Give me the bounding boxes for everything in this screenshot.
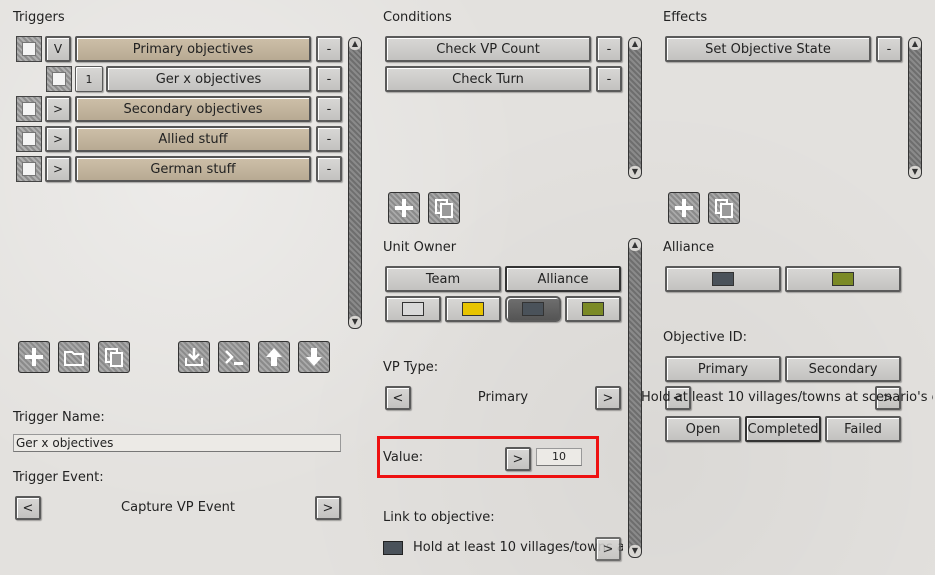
tab-primary[interactable]: Primary bbox=[665, 356, 781, 382]
trigger-item-selected[interactable]: Ger x objectives bbox=[106, 66, 311, 92]
vp-type-label: VP Type: bbox=[383, 360, 439, 375]
link-objective-label: Link to objective: bbox=[383, 510, 495, 525]
scroll-up-icon[interactable]: ▲ bbox=[629, 38, 641, 50]
scroll-down-icon[interactable]: ▼ bbox=[629, 166, 641, 178]
alliance-label: Alliance bbox=[663, 240, 715, 255]
trigger-expand-button[interactable]: > bbox=[45, 156, 71, 182]
objective-color-swatch bbox=[383, 541, 403, 555]
folder-icon[interactable] bbox=[58, 341, 90, 373]
trigger-checkbox[interactable] bbox=[16, 96, 42, 122]
trigger-event-next-button[interactable]: > bbox=[315, 496, 341, 520]
scroll-down-icon[interactable]: ▼ bbox=[629, 545, 641, 557]
state-open-button[interactable]: Open bbox=[665, 416, 741, 442]
scroll-down-icon[interactable]: ▼ bbox=[909, 166, 921, 178]
condition-item-selected[interactable]: Check VP Count bbox=[385, 36, 591, 62]
scroll-up-icon[interactable]: ▲ bbox=[629, 239, 641, 251]
trigger-item[interactable]: Primary objectives bbox=[75, 36, 311, 62]
scroll-up-icon[interactable]: ▲ bbox=[349, 38, 361, 50]
import-icon[interactable] bbox=[178, 341, 210, 373]
trigger-remove-button[interactable]: - bbox=[316, 156, 342, 182]
value-label: Value: bbox=[383, 450, 424, 465]
trigger-item[interactable]: Secondary objectives bbox=[75, 96, 311, 122]
copy-icon[interactable] bbox=[98, 341, 130, 373]
plus-icon[interactable] bbox=[668, 192, 700, 224]
trigger-name-label: Trigger Name: bbox=[13, 410, 105, 425]
trigger-remove-button[interactable]: - bbox=[316, 126, 342, 152]
trigger-item[interactable]: German stuff bbox=[75, 156, 311, 182]
owner-color-button-selected[interactable] bbox=[505, 296, 561, 322]
arrow-up-icon[interactable] bbox=[258, 341, 290, 373]
trigger-expand-button[interactable]: V bbox=[45, 36, 71, 62]
trigger-item[interactable]: Allied stuff bbox=[75, 126, 311, 152]
effect-remove-button[interactable]: - bbox=[876, 36, 902, 62]
trigger-remove-button[interactable]: - bbox=[316, 66, 342, 92]
condition-remove-button[interactable]: - bbox=[596, 36, 622, 62]
console-icon[interactable] bbox=[218, 341, 250, 373]
trigger-remove-button[interactable]: - bbox=[316, 36, 342, 62]
trigger-event-prev-button[interactable]: < bbox=[15, 496, 41, 520]
triggers-heading: Triggers bbox=[13, 10, 65, 25]
tab-secondary[interactable]: Secondary bbox=[785, 356, 901, 382]
condition-remove-button[interactable]: - bbox=[596, 66, 622, 92]
arrow-down-icon[interactable] bbox=[298, 341, 330, 373]
state-failed-button[interactable]: Failed bbox=[825, 416, 901, 442]
alliance-color-button[interactable] bbox=[785, 266, 901, 292]
trigger-name-input[interactable]: Ger x objectives bbox=[13, 434, 341, 452]
trigger-checkbox[interactable] bbox=[16, 36, 42, 62]
trigger-remove-button[interactable]: - bbox=[316, 96, 342, 122]
scroll-up-icon[interactable]: ▲ bbox=[909, 38, 921, 50]
copy-icon[interactable] bbox=[428, 192, 460, 224]
objective-text: Hold at least 10 villages/towns at scena… bbox=[641, 390, 933, 405]
owner-color-button[interactable] bbox=[565, 296, 621, 322]
alliance-color-button[interactable] bbox=[665, 266, 781, 292]
effects-heading: Effects bbox=[663, 10, 708, 25]
condition-item[interactable]: Check Turn bbox=[385, 66, 591, 92]
state-completed-button[interactable]: Completed bbox=[745, 416, 821, 442]
value-next-button[interactable]: > bbox=[505, 447, 531, 471]
plus-icon[interactable] bbox=[18, 341, 50, 373]
copy-icon[interactable] bbox=[708, 192, 740, 224]
vp-type-next-button[interactable]: > bbox=[595, 386, 621, 410]
effects-scrollbar[interactable]: ▲ ▼ bbox=[908, 37, 922, 179]
conditions-scrollbar[interactable]: ▲ ▼ bbox=[628, 37, 642, 179]
trigger-expand-button[interactable]: > bbox=[45, 96, 71, 122]
trigger-expand-button[interactable]: > bbox=[45, 126, 71, 152]
trigger-event-value: Capture VP Event bbox=[121, 500, 235, 515]
effect-item-selected[interactable]: Set Objective State bbox=[665, 36, 871, 62]
owner-color-button[interactable] bbox=[385, 296, 441, 322]
trigger-checkbox[interactable] bbox=[16, 156, 42, 182]
objective-id-label: Objective ID: bbox=[663, 330, 747, 345]
plus-icon[interactable] bbox=[388, 192, 420, 224]
parameters-scrollbar[interactable]: ▲ ▼ bbox=[628, 238, 642, 558]
vp-type-prev-button[interactable]: < bbox=[385, 386, 411, 410]
trigger-order-badge: 1 bbox=[75, 66, 103, 92]
trigger-checkbox[interactable] bbox=[16, 126, 42, 152]
trigger-checkbox[interactable] bbox=[46, 66, 72, 92]
owner-color-button[interactable] bbox=[445, 296, 501, 322]
conditions-heading: Conditions bbox=[383, 10, 452, 25]
vp-type-value: Primary bbox=[477, 390, 529, 405]
triggers-scrollbar[interactable]: ▲ ▼ bbox=[348, 37, 362, 329]
unit-owner-label: Unit Owner bbox=[383, 240, 457, 255]
value-input[interactable]: 10 bbox=[536, 448, 582, 466]
link-objective-next-button[interactable]: > bbox=[595, 537, 621, 561]
tab-team[interactable]: Team bbox=[385, 266, 501, 292]
link-objective-value: Hold at least 10 villages/towns at sc bbox=[413, 540, 623, 555]
scroll-down-icon[interactable]: ▼ bbox=[349, 316, 361, 328]
tab-alliance[interactable]: Alliance bbox=[505, 266, 621, 292]
trigger-event-label: Trigger Event: bbox=[13, 470, 104, 485]
